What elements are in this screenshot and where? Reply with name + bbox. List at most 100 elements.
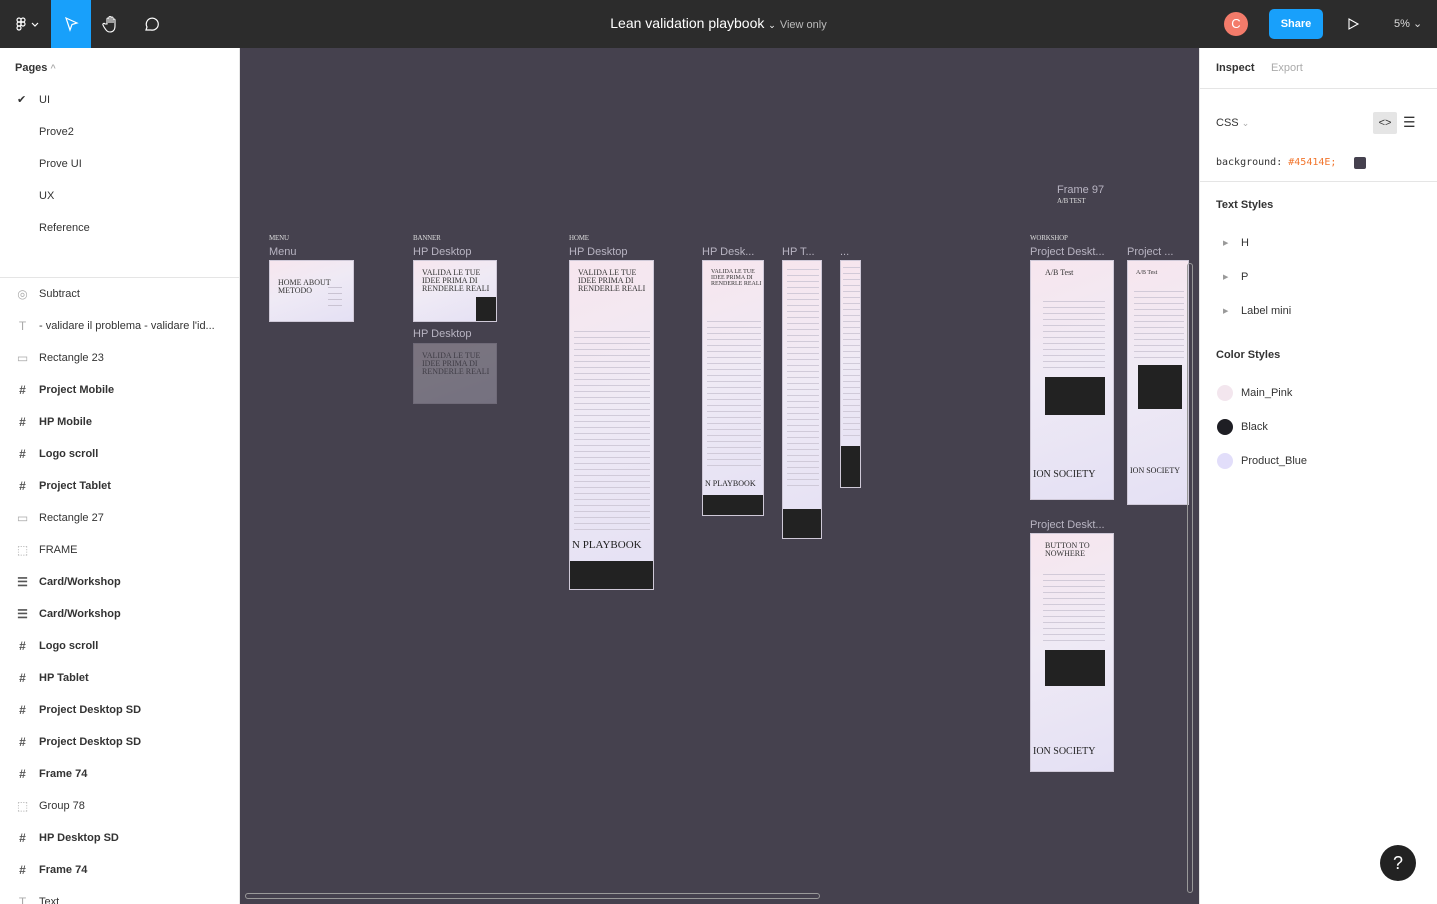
help-button[interactable]: ?: [1380, 845, 1416, 881]
frame-grid: [574, 331, 650, 531]
frame-label-hp-desktop[interactable]: HP Desktop: [413, 328, 472, 340]
css-value[interactable]: #45414E;: [1288, 157, 1336, 168]
frame-label-hp-desktop[interactable]: HP Desktop: [413, 246, 472, 258]
layer-item[interactable]: ◎ Subtract: [0, 278, 239, 310]
css-property: background:: [1216, 157, 1283, 168]
layer-item[interactable]: ▭ Rectangle 27: [0, 502, 239, 534]
layer-item[interactable]: ☰ Card/Workshop: [0, 598, 239, 630]
page-item-ux[interactable]: UX: [39, 190, 54, 202]
frame-grid: [707, 321, 761, 471]
layer-item[interactable]: # HP Tablet: [0, 662, 239, 694]
color-style-main-pink[interactable]: Main_Pink: [1241, 387, 1292, 399]
autolayout-icon: ☰: [17, 575, 28, 589]
frame-footer: [783, 509, 821, 538]
expand-icon[interactable]: ▶: [1223, 307, 1228, 315]
layer-label: Logo scroll: [39, 448, 99, 460]
layer-item[interactable]: ⬚ Group 78: [0, 790, 239, 822]
text-style-p[interactable]: P: [1241, 271, 1248, 283]
frame-project-tablet[interactable]: A/B Test ION SOCIETY: [1127, 260, 1189, 505]
tab-export[interactable]: Export: [1271, 62, 1303, 74]
pages-header[interactable]: Pages ^: [15, 62, 56, 74]
frame-hp-tablet[interactable]: [782, 260, 822, 539]
layer-item[interactable]: # HP Desktop SD: [0, 822, 239, 854]
page-item-reference[interactable]: Reference: [39, 222, 90, 234]
color-swatch-product-blue: [1217, 453, 1233, 469]
text-style-h[interactable]: H: [1241, 237, 1249, 249]
frame-label-hp-desk[interactable]: HP Desk...: [702, 246, 754, 258]
frame-label-project-desktop[interactable]: Project Deskt...: [1030, 519, 1105, 531]
layer-item[interactable]: # Project Desktop SD: [0, 694, 239, 726]
page-item-prove-ui[interactable]: Prove UI: [39, 158, 82, 170]
subtract-icon: ◎: [17, 287, 28, 301]
page-item-ui[interactable]: UI: [39, 94, 50, 106]
layer-item[interactable]: ⬚ FRAME: [0, 534, 239, 566]
list-view-button[interactable]: ☰: [1403, 114, 1416, 131]
layer-item[interactable]: # Frame 74: [0, 758, 239, 790]
layer-item[interactable]: # HP Mobile: [0, 406, 239, 438]
expand-icon[interactable]: ▶: [1223, 273, 1228, 281]
text-style-label-mini[interactable]: Label mini: [1241, 305, 1291, 317]
css-code-line[interactable]: background: #45414E;: [1216, 157, 1336, 168]
layer-item[interactable]: T Text: [0, 886, 239, 904]
frame-text: ION SOCIETY: [1130, 466, 1180, 475]
horizontal-scrollbar[interactable]: [245, 893, 820, 899]
frame-hp-desktop-home[interactable]: VALIDA LE TUE IDEE PRIMA DI RENDERLE REA…: [569, 260, 654, 590]
layer-item[interactable]: T - validare il problema - validare l'id.…: [0, 310, 239, 342]
divider: [1200, 181, 1437, 182]
section-label-menu: MENU: [269, 234, 289, 242]
layer-item[interactable]: # Logo scroll: [0, 438, 239, 470]
expand-icon[interactable]: ▶: [1223, 239, 1228, 247]
frame-hp-desktop-banner[interactable]: VALIDA LE TUE IDEE PRIMA DI RENDERLE REA…: [413, 260, 497, 322]
layer-label: HP Tablet: [39, 672, 89, 684]
frame-label-project[interactable]: Project ...: [1127, 246, 1173, 258]
layer-label: Frame 74: [39, 864, 88, 876]
file-title[interactable]: Lean validation playbook ⌄ View only: [0, 15, 1437, 31]
frame-menu[interactable]: HOME ABOUT METODO: [269, 260, 354, 322]
color-style-black[interactable]: Black: [1241, 421, 1268, 433]
frame-icon: #: [19, 415, 26, 429]
share-button[interactable]: Share: [1269, 9, 1323, 39]
chevron-down-icon[interactable]: ⌄: [768, 20, 776, 30]
layer-item[interactable]: # Project Tablet: [0, 470, 239, 502]
page-item-prove2[interactable]: Prove2: [39, 126, 74, 138]
frame-project-desktop-2[interactable]: BUTTON TO NOWHERE ION SOCIETY: [1030, 533, 1114, 772]
layer-item[interactable]: # Project Mobile: [0, 374, 239, 406]
vertical-scrollbar[interactable]: [1187, 263, 1193, 893]
frame-dark-card: [1045, 650, 1105, 686]
frame-label-mobile[interactable]: ...: [840, 246, 849, 258]
layer-item[interactable]: ▭ Rectangle 23: [0, 342, 239, 374]
layer-item[interactable]: # Frame 74: [0, 854, 239, 886]
frame-label-menu[interactable]: Menu: [269, 246, 297, 258]
layer-item[interactable]: ☰ Card/Workshop: [0, 566, 239, 598]
autolayout-icon: ☰: [17, 607, 28, 621]
frame-hp-desktop-hidden[interactable]: VALIDA LE TUE IDEE PRIMA DI RENDERLE REA…: [413, 343, 497, 404]
play-icon: [1348, 18, 1360, 30]
file-name[interactable]: Lean validation playbook: [610, 15, 764, 31]
frame-project-desktop[interactable]: A/B Test ION SOCIETY: [1030, 260, 1114, 500]
frame-dark-card: [1045, 377, 1105, 415]
frame-text: VALIDA LE TUE IDEE PRIMA DI RENDERLE REA…: [422, 351, 490, 376]
frame-hp-desk[interactable]: VALIDA LE TUE IDEE PRIMA DI RENDERLE REA…: [702, 260, 764, 516]
frame-label-project-desktop[interactable]: Project Deskt...: [1030, 246, 1105, 258]
frame-label-hp-tablet[interactable]: HP T...: [782, 246, 815, 258]
frame-text: VALIDA LE TUE IDEE PRIMA DI RENDERLE REA…: [711, 269, 762, 287]
layer-label: Project Mobile: [39, 384, 115, 396]
layer-label: HP Desktop SD: [39, 832, 119, 844]
frame-hp-mobile[interactable]: [840, 260, 861, 488]
zoom-dropdown[interactable]: 5% ⌄: [1394, 17, 1422, 30]
present-button[interactable]: [1340, 0, 1366, 48]
code-view-button[interactable]: <>: [1373, 112, 1397, 134]
color-style-product-blue[interactable]: Product_Blue: [1241, 455, 1307, 467]
tab-inspect[interactable]: Inspect: [1216, 62, 1255, 74]
frame-footer: [841, 446, 860, 487]
frame-text: VALIDA LE TUE IDEE PRIMA DI RENDERLE REA…: [422, 268, 490, 293]
frame-label-frame-97[interactable]: Frame 97: [1057, 184, 1104, 196]
code-icon: <>: [1378, 117, 1392, 129]
layer-item[interactable]: # Logo scroll: [0, 630, 239, 662]
layer-item[interactable]: # Project Desktop SD: [0, 726, 239, 758]
avatar[interactable]: C: [1224, 12, 1248, 36]
frame-text: ION SOCIETY: [1033, 746, 1096, 757]
language-dropdown[interactable]: CSS ⌄: [1216, 117, 1249, 129]
frame-label-hp-desktop[interactable]: HP Desktop: [569, 246, 628, 258]
color-swatch: [1354, 157, 1366, 169]
